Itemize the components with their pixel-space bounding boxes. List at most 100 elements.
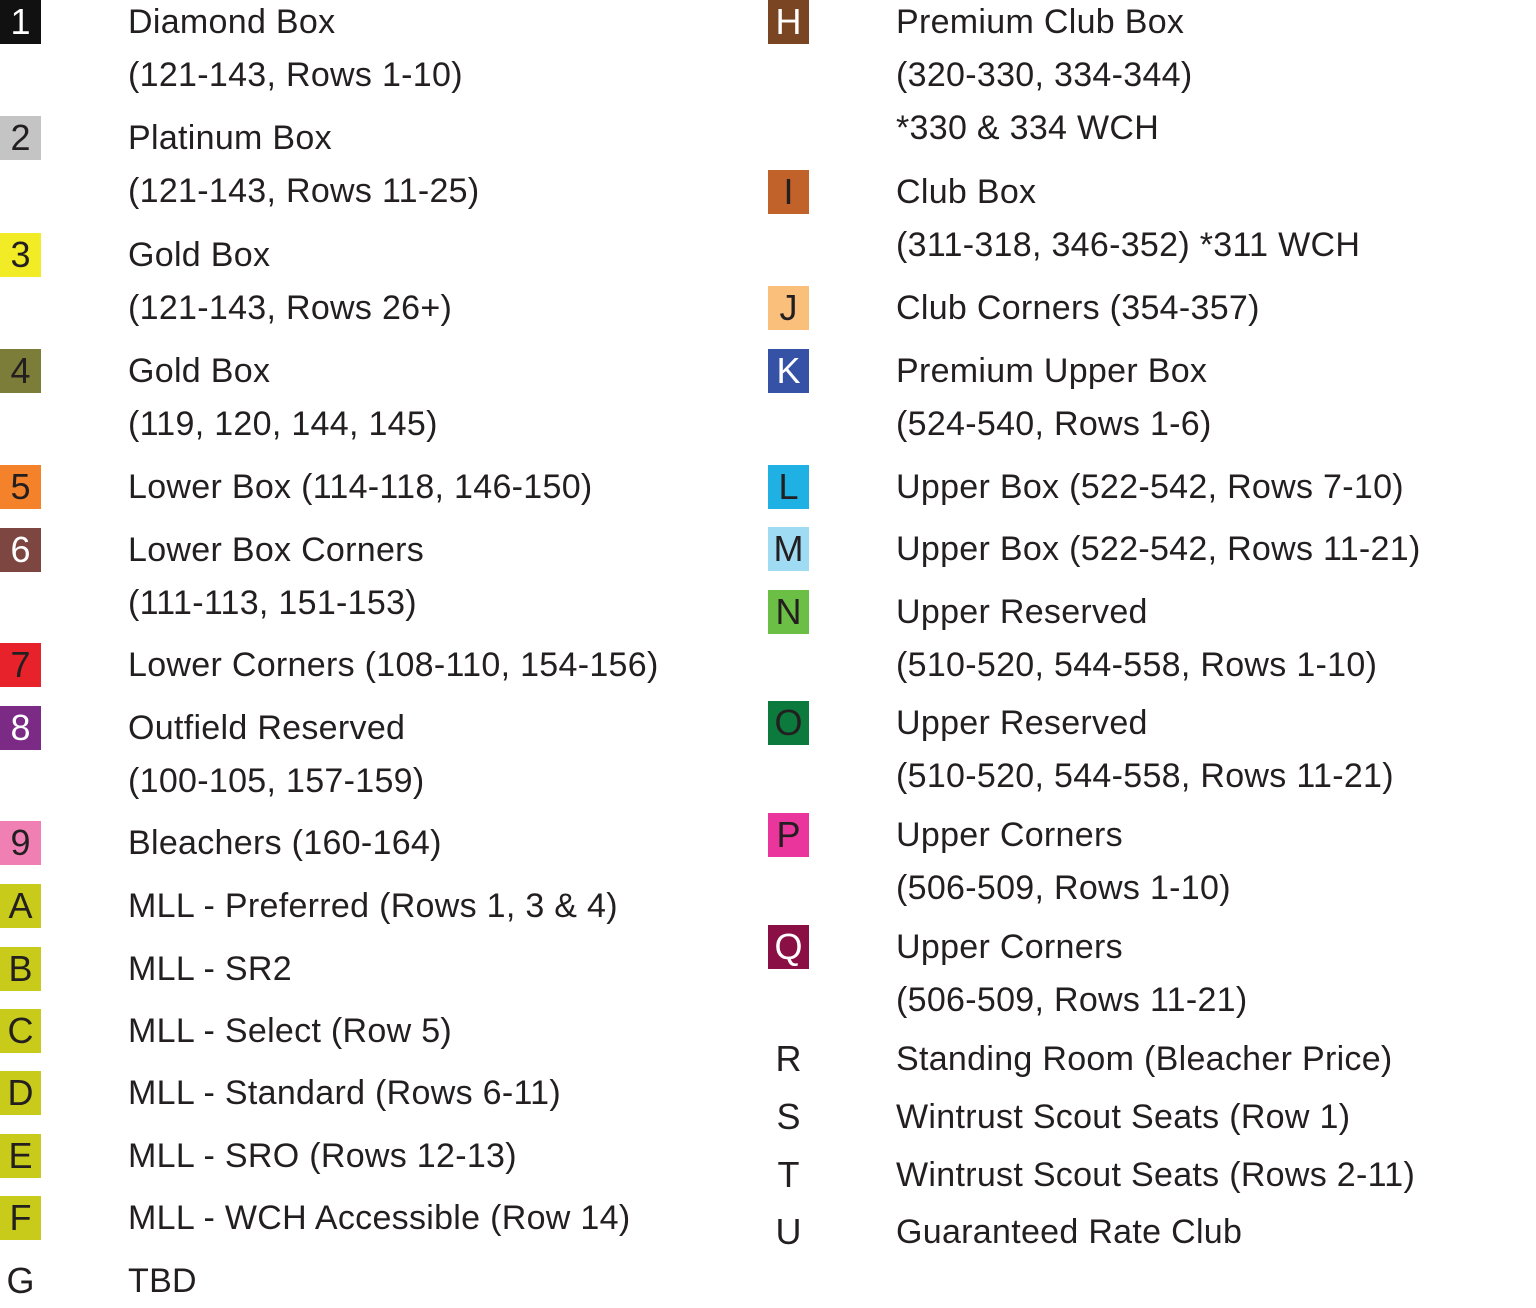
legend-item-description: Gold Box (121-143, Rows 26+) <box>128 229 452 335</box>
legend-item-detail: (121-143, Rows 11-25) <box>128 172 480 210</box>
legend-item-title: Upper Box (522-542, Rows 11-21) <box>896 530 1421 568</box>
legend-code-badge: 9 <box>0 821 41 865</box>
legend-code-badge: Q <box>768 925 809 969</box>
legend-code-badge: J <box>768 286 809 330</box>
legend-item-detail: *330 & 334 WCH <box>896 109 1160 147</box>
legend-item-description: Premium Club Box (320-330, 334-344) *330 &… <box>896 0 1193 155</box>
legend-item-description: Upper Box (522-542, Rows 11-21) <box>896 523 1421 576</box>
legend-code-badge: G <box>6 1260 35 1301</box>
legend-item-description: Upper Corners (506-509, Rows 1-10) <box>896 809 1231 915</box>
legend-code-badge: C <box>0 1009 41 1053</box>
legend-item-title: Upper Reserved <box>896 593 1148 631</box>
legend-code-badge: 2 <box>0 116 41 160</box>
legend-item-title: Guaranteed Rate Club <box>896 1213 1243 1251</box>
legend-item-detail: (510-520, 544-558, Rows 11-21) <box>896 757 1394 795</box>
legend-item-title: Bleachers (160-164) <box>128 824 442 862</box>
legend-item-description: Diamond Box (121-143, Rows 1-10) <box>128 0 463 102</box>
legend-code-badge: U <box>775 1211 802 1252</box>
legend-item-detail: (111-113, 151-153) <box>128 584 417 622</box>
legend-item-description: Outfield Reserved (100-105, 157-159) <box>128 702 425 808</box>
legend-item-title: Club Box <box>896 173 1037 211</box>
legend-item-detail: (524-540, Rows 1-6) <box>896 405 1212 443</box>
legend-item-description: MLL - Standard (Rows 6-11) <box>128 1067 561 1120</box>
legend-item-title: Premium Upper Box <box>896 352 1208 390</box>
legend-item-title: MLL - Preferred (Rows 1, 3 & 4) <box>128 887 618 925</box>
legend-item-title: MLL - Standard (Rows 6-11) <box>128 1074 561 1112</box>
legend-code-badge: T <box>777 1154 800 1195</box>
legend-item-description: Lower Box (114-118, 146-150) <box>128 461 593 514</box>
legend-item-description: Standing Room (Bleacher Price) <box>896 1033 1393 1086</box>
legend-item-title: Gold Box <box>128 352 271 390</box>
legend-item-title: Wintrust Scout Seats (Row 1) <box>896 1098 1351 1136</box>
legend-item-detail: (510-520, 544-558, Rows 1-10) <box>896 646 1378 684</box>
legend-code-badge: 1 <box>0 0 41 44</box>
legend-item-title: MLL - Select (Row 5) <box>128 1012 453 1050</box>
legend-item-description: Club Box (311-318, 346-352) *311 WCH <box>896 166 1360 272</box>
legend-code-badge: E <box>0 1134 41 1178</box>
legend-item-title: Diamond Box <box>128 3 336 41</box>
legend-item-description: Lower Corners (108-110, 154-156) <box>128 639 659 692</box>
legend-item-description: Wintrust Scout Seats (Rows 2-11) <box>896 1149 1415 1202</box>
legend-item-description: Bleachers (160-164) <box>128 817 442 870</box>
legend-item-title: Upper Reserved <box>896 704 1148 742</box>
legend-code-badge: S <box>776 1096 801 1137</box>
legend-item-title: Wintrust Scout Seats (Rows 2-11) <box>896 1156 1416 1194</box>
legend-code-badge: F <box>0 1196 41 1240</box>
legend-item-description: MLL - Preferred (Rows 1, 3 & 4) <box>128 880 618 933</box>
legend-code-badge: 8 <box>0 706 41 750</box>
legend-item-detail: (320-330, 334-344) <box>896 56 1193 94</box>
legend-item-description: TBD <box>128 1255 197 1308</box>
legend-item-title: Outfield Reserved <box>128 709 406 747</box>
legend-item-detail: (121-143, Rows 1-10) <box>128 56 463 94</box>
legend-item-description: Guaranteed Rate Club <box>896 1206 1242 1259</box>
legend-code-badge: O <box>768 701 809 745</box>
legend-item-description: MLL - WCH Accessible (Row 14) <box>128 1192 630 1245</box>
legend-item-title: Premium Club Box <box>896 3 1185 41</box>
legend-item-description: Upper Reserved (510-520, 544-558, Rows 1-… <box>896 586 1377 692</box>
legend-item-title: Club Corners (354-357) <box>896 289 1260 327</box>
legend-code-badge: I <box>768 170 809 214</box>
legend-item-description: Premium Upper Box (524-540, Rows 1-6) <box>896 345 1212 451</box>
legend-item-title: MLL - SRO (Rows 12-13) <box>128 1137 517 1175</box>
legend-item-description: MLL - Select (Row 5) <box>128 1005 452 1058</box>
legend-code-badge: H <box>768 0 809 44</box>
legend-item-title: Lower Box (114-118, 146-150) <box>128 468 593 506</box>
legend-item-title: Upper Corners <box>896 816 1123 854</box>
legend-item-title: Lower Corners (108-110, 154-156) <box>128 646 659 684</box>
legend-item-description: MLL - SRO (Rows 12-13) <box>128 1130 517 1183</box>
legend-item-description: Platinum Box (121-143, Rows 11-25) <box>128 112 480 218</box>
legend-item-description: Gold Box (119, 120, 144, 145) <box>128 345 438 451</box>
legend-item-detail: (311-318, 346-352) *311 WCH <box>896 226 1361 264</box>
legend-item-title: Gold Box <box>128 236 271 274</box>
legend-item-title: MLL - SR2 <box>128 950 292 988</box>
legend-code-badge: 3 <box>0 233 41 277</box>
legend-code-badge: B <box>0 947 41 991</box>
legend-item-title: Standing Room (Bleacher Price) <box>896 1040 1393 1078</box>
legend-code-badge: A <box>0 884 41 928</box>
legend-code-badge: P <box>768 813 809 857</box>
legend-item-title: Platinum Box <box>128 119 332 157</box>
legend-code-badge: K <box>768 349 809 393</box>
legend-item-description: MLL - SR2 <box>128 943 292 996</box>
legend-code-badge: 4 <box>0 349 41 393</box>
legend-item-description: Upper Corners (506-509, Rows 11-21) <box>896 921 1248 1027</box>
legend-item-title: Upper Box (522-542, Rows 7-10) <box>896 468 1404 506</box>
legend-code-badge: 7 <box>0 643 41 687</box>
legend-code-badge: R <box>775 1038 802 1079</box>
legend-code-badge: L <box>768 465 809 509</box>
legend-code-badge: N <box>768 590 809 634</box>
legend-item-detail: (506-509, Rows 11-21) <box>896 981 1248 1019</box>
legend-item-description: Club Corners (354-357) <box>896 282 1260 335</box>
legend-code-badge: 5 <box>0 465 41 509</box>
legend-item-detail: (119, 120, 144, 145) <box>128 405 438 443</box>
legend-code-badge: 6 <box>0 528 41 572</box>
legend-item-title: Lower Box Corners <box>128 531 425 569</box>
legend-item-description: Upper Box (522-542, Rows 7-10) <box>896 461 1404 514</box>
legend-code-badge: M <box>768 527 809 571</box>
legend-item-description: Lower Box Corners (111-113, 151-153) <box>128 524 424 630</box>
legend-item-title: MLL - WCH Accessible (Row 14) <box>128 1199 631 1237</box>
legend-item-detail: (121-143, Rows 26+) <box>128 289 453 327</box>
legend-code-badge: D <box>0 1071 41 1115</box>
legend-item-detail: (506-509, Rows 1-10) <box>896 869 1231 907</box>
legend-item-title: TBD <box>128 1262 197 1300</box>
